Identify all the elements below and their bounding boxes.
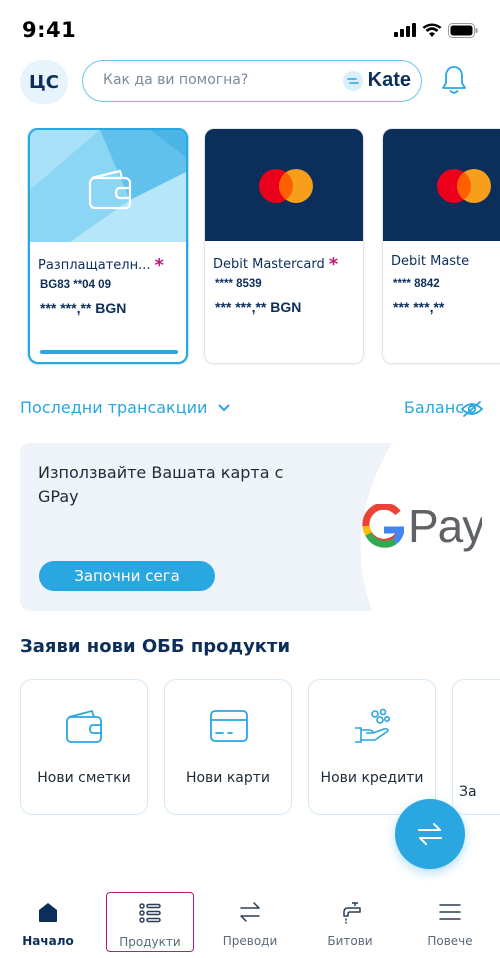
debit-card[interactable]: Debit Maste **** 8842 *** ***,**: [382, 128, 500, 364]
bottom-nav: Начало Продукти Преводи Битови Повече: [0, 882, 500, 958]
card-number: **** 8842: [393, 278, 440, 290]
google-g-icon: [362, 504, 404, 548]
status-icons: [394, 22, 478, 38]
favorite-star-icon: *: [154, 255, 164, 276]
debit-card-image: [205, 129, 363, 241]
gpay-logo: Pay: [362, 500, 482, 552]
nav-item-transfers[interactable]: Преводи: [208, 892, 292, 952]
wallet-icon: [88, 169, 132, 210]
product-tile-cards[interactable]: Нови карти: [164, 679, 292, 815]
nav-label: Преводи: [222, 934, 278, 948]
nav-item-utilities[interactable]: Битови: [308, 892, 392, 952]
header: ЦС Как да ви помогна? Kate: [0, 56, 500, 108]
nav-label: Битови: [327, 934, 373, 948]
transfer-fab-button[interactable]: [395, 799, 465, 869]
home-icon: [39, 903, 57, 922]
products-section-title: Заяви нови ОББ продукти: [20, 636, 291, 657]
nav-item-products[interactable]: Продукти: [106, 892, 194, 952]
signal-icon: [394, 23, 416, 37]
selected-indicator: [40, 350, 178, 354]
eye-off-icon[interactable]: [460, 400, 484, 418]
card-balance: *** ***,** BGN: [40, 300, 127, 316]
card-name: Debit Maste: [391, 254, 470, 269]
balance-toggle[interactable]: Баланс: [404, 398, 464, 417]
card-balance: *** ***,** BGN: [215, 299, 302, 315]
faucet-icon: [343, 902, 361, 924]
search-input[interactable]: Как да ви помогна? Kate: [82, 60, 422, 102]
nav-label: Продукти: [119, 935, 181, 949]
product-label: За: [459, 784, 477, 800]
debit-card-image: [383, 129, 500, 241]
status-bar: 9:41: [0, 0, 500, 56]
transfer-icon: [240, 902, 260, 922]
card-number: **** 8539: [215, 278, 262, 290]
gpay-brand-text: Pay: [408, 500, 482, 552]
status-time: 9:41: [22, 18, 77, 42]
chevron-down-icon: [218, 404, 230, 411]
wifi-icon: [422, 23, 442, 37]
wallet-icon: [66, 710, 102, 743]
account-card-image: [30, 130, 186, 242]
debit-card[interactable]: Debit Mastercard * **** 8539 *** ***,** B…: [204, 128, 364, 364]
transfer-arrows-icon: [418, 823, 442, 845]
card-number: BG83 **04 09: [40, 279, 111, 291]
account-card[interactable]: Разплащателн... * BG83 **04 09 *** ***,**…: [28, 128, 188, 364]
start-now-button[interactable]: Започни сега: [39, 561, 215, 591]
kate-logo-icon: [342, 70, 363, 91]
recent-transactions-label: Последни трансакции: [20, 398, 208, 417]
coins-hand-icon: [355, 708, 390, 743]
promo-text: Използвайте Вашата карта с GPay: [38, 463, 284, 506]
menu-icon: [439, 904, 461, 920]
credit-card-icon: [210, 710, 248, 742]
avatar[interactable]: ЦС: [20, 60, 68, 104]
product-tile-loans[interactable]: Нови кредити: [308, 679, 436, 815]
card-balance: *** ***,**: [393, 299, 445, 315]
product-tile-accounts[interactable]: Нови сметки: [20, 679, 148, 815]
card-name-text: Разплащателн...: [38, 258, 151, 273]
nav-item-more[interactable]: Повече: [408, 892, 492, 952]
mastercard-logo-icon: [259, 169, 313, 203]
list-icon: [139, 903, 161, 923]
mastercard-logo-icon: [437, 169, 491, 203]
links-row: Последни трансакции Баланс: [0, 398, 500, 422]
kate-label: Kate: [367, 69, 411, 91]
balance-label: Баланс: [403, 398, 464, 417]
products-carousel[interactable]: Нови сметки Нови карти Нови кредити За: [0, 677, 500, 819]
bell-icon[interactable]: [440, 64, 468, 96]
search-placeholder: Как да ви помогна?: [103, 72, 249, 88]
nav-label: Начало: [22, 934, 74, 948]
cards-carousel[interactable]: Разплащателн... * BG83 **04 09 *** ***,**…: [0, 128, 500, 378]
recent-transactions-toggle[interactable]: Последни трансакции: [20, 398, 230, 417]
nav-label: Повече: [427, 934, 473, 948]
product-label: Нови кредити: [320, 770, 424, 786]
favorite-star-icon: *: [328, 254, 339, 275]
nav-item-home[interactable]: Начало: [6, 892, 90, 952]
product-label: Нови карти: [185, 770, 271, 786]
product-tile-more[interactable]: За: [452, 679, 500, 815]
battery-icon: [448, 22, 478, 38]
gpay-promo-banner[interactable]: Използвайте Вашата карта с GPay Започни …: [20, 443, 482, 611]
card-name-text: Debit Mastercard: [213, 257, 325, 272]
card-name: Разплащателн... *: [38, 255, 164, 276]
product-label: Нови сметки: [37, 770, 131, 786]
kate-assistant-button[interactable]: Kate: [342, 69, 411, 92]
card-name: Debit Mastercard *: [213, 254, 338, 275]
